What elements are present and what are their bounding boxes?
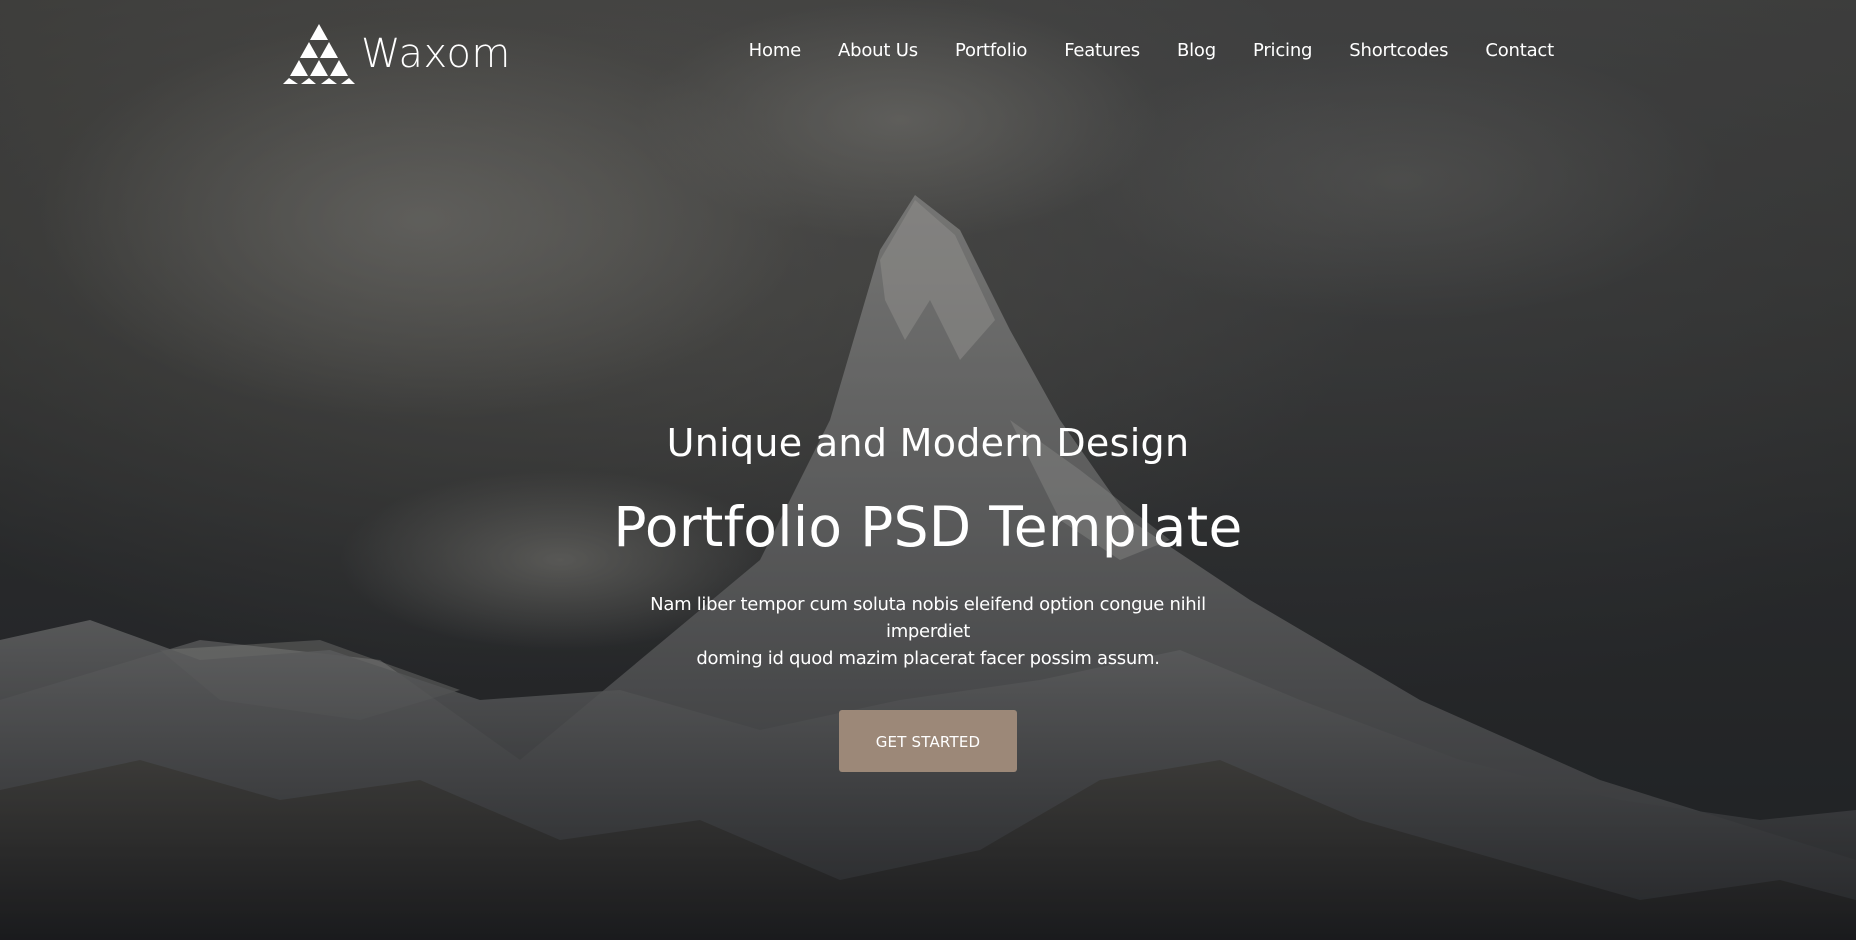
nav-link-portfolio[interactable]: Portfolio — [955, 40, 1027, 61]
nav-item-blog: Blog — [1177, 40, 1216, 61]
nav-item-portfolio: Portfolio — [955, 40, 1027, 61]
brand-logo[interactable]: Waxom — [283, 22, 511, 86]
nav-link-blog[interactable]: Blog — [1177, 40, 1216, 61]
nav-link-features[interactable]: Features — [1064, 40, 1140, 61]
nav-link-home[interactable]: Home — [749, 40, 802, 61]
top-navbar: Waxom Home About Us Portfolio Features B… — [0, 0, 1856, 112]
hero-content: Unique and Modern Design Portfolio PSD T… — [0, 415, 1856, 772]
hero-title: Portfolio PSD Template — [613, 495, 1243, 559]
get-started-button[interactable]: GET STARTED — [839, 710, 1017, 772]
hero-description-line-1: Nam liber tempor cum soluta nobis eleife… — [650, 594, 1206, 642]
nav-item-features: Features — [1064, 40, 1140, 61]
nav-link-shortcodes[interactable]: Shortcodes — [1349, 40, 1448, 61]
nav-item-shortcodes: Shortcodes — [1349, 40, 1448, 61]
nav-item-about-us: About Us — [838, 40, 918, 61]
triangle-mosaic-icon — [283, 24, 355, 84]
nav-link-pricing[interactable]: Pricing — [1253, 40, 1312, 61]
hero-description-line-2: doming id quod mazim placerat facer poss… — [696, 648, 1160, 669]
brand-name: Waxom — [361, 31, 511, 77]
main-nav: Home About Us Portfolio Features Blog Pr… — [749, 40, 1555, 61]
nav-item-contact: Contact — [1485, 40, 1554, 61]
nav-item-pricing: Pricing — [1253, 40, 1312, 61]
nav-link-contact[interactable]: Contact — [1485, 40, 1554, 61]
hero-description: Nam liber tempor cum soluta nobis eleife… — [618, 591, 1238, 672]
hero-subtitle: Unique and Modern Design — [666, 421, 1190, 465]
nav-item-home: Home — [749, 40, 802, 61]
hero-section: Waxom Home About Us Portfolio Features B… — [0, 0, 1856, 940]
nav-link-about-us[interactable]: About Us — [838, 40, 918, 61]
